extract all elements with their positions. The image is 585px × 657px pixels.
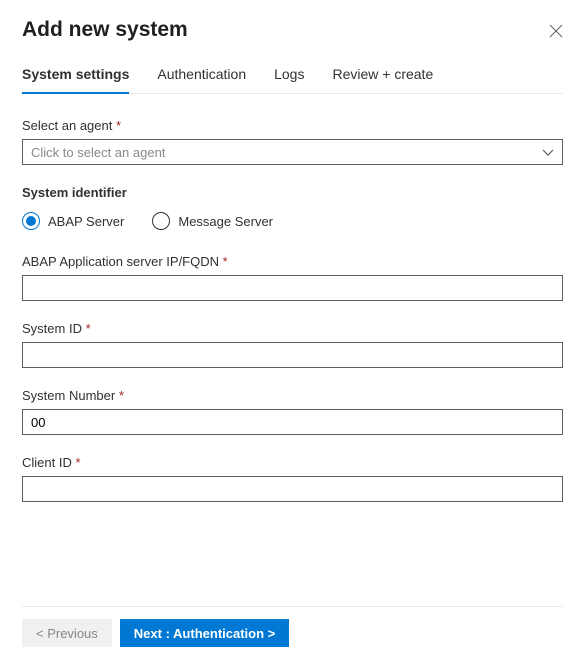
system-identifier-heading: System identifier bbox=[22, 185, 563, 200]
client-id-label: Client ID * bbox=[22, 455, 563, 470]
chevron-down-icon bbox=[542, 145, 554, 160]
select-agent-dropdown[interactable]: Click to select an agent bbox=[22, 139, 563, 165]
add-system-panel: Add new system System settings Authentic… bbox=[0, 0, 585, 502]
next-button[interactable]: Next : Authentication > bbox=[120, 619, 289, 647]
radio-abap-server[interactable]: ABAP Server bbox=[22, 212, 124, 230]
close-icon[interactable] bbox=[549, 24, 563, 38]
footer-buttons: < Previous Next : Authentication > bbox=[22, 606, 563, 647]
tab-authentication[interactable]: Authentication bbox=[157, 66, 246, 94]
client-id-label-text: Client ID bbox=[22, 455, 72, 470]
required-marker: * bbox=[119, 388, 124, 403]
system-id-label: System ID * bbox=[22, 321, 563, 336]
client-id-group: Client ID * bbox=[22, 455, 563, 502]
tab-system-settings[interactable]: System settings bbox=[22, 66, 129, 94]
tab-logs[interactable]: Logs bbox=[274, 66, 304, 94]
radio-message-label: Message Server bbox=[178, 214, 273, 229]
tabs-bar: System settings Authentication Logs Revi… bbox=[22, 66, 563, 94]
abap-server-input[interactable] bbox=[22, 275, 563, 301]
select-agent-label: Select an agent * bbox=[22, 118, 563, 133]
abap-server-label-text: ABAP Application server IP/FQDN bbox=[22, 254, 219, 269]
abap-server-group: ABAP Application server IP/FQDN * bbox=[22, 254, 563, 301]
radio-button-icon bbox=[22, 212, 40, 230]
required-marker: * bbox=[223, 254, 228, 269]
previous-button[interactable]: < Previous bbox=[22, 619, 112, 647]
tab-review-create[interactable]: Review + create bbox=[332, 66, 433, 94]
required-marker: * bbox=[116, 118, 121, 133]
panel-header: Add new system bbox=[22, 18, 563, 42]
client-id-input[interactable] bbox=[22, 476, 563, 502]
system-number-input[interactable] bbox=[22, 409, 563, 435]
system-identifier-radio-group: ABAP Server Message Server bbox=[22, 212, 563, 230]
abap-server-label: ABAP Application server IP/FQDN * bbox=[22, 254, 563, 269]
radio-abap-label: ABAP Server bbox=[48, 214, 124, 229]
system-id-group: System ID * bbox=[22, 321, 563, 368]
system-number-group: System Number * bbox=[22, 388, 563, 435]
system-number-label-text: System Number bbox=[22, 388, 115, 403]
required-marker: * bbox=[86, 321, 91, 336]
required-marker: * bbox=[75, 455, 80, 470]
system-id-label-text: System ID bbox=[22, 321, 82, 336]
select-agent-placeholder: Click to select an agent bbox=[31, 145, 165, 160]
page-title: Add new system bbox=[22, 18, 188, 42]
select-agent-group: Select an agent * Click to select an age… bbox=[22, 118, 563, 165]
select-agent-label-text: Select an agent bbox=[22, 118, 112, 133]
system-number-label: System Number * bbox=[22, 388, 563, 403]
system-id-input[interactable] bbox=[22, 342, 563, 368]
radio-button-icon bbox=[152, 212, 170, 230]
radio-message-server[interactable]: Message Server bbox=[152, 212, 273, 230]
